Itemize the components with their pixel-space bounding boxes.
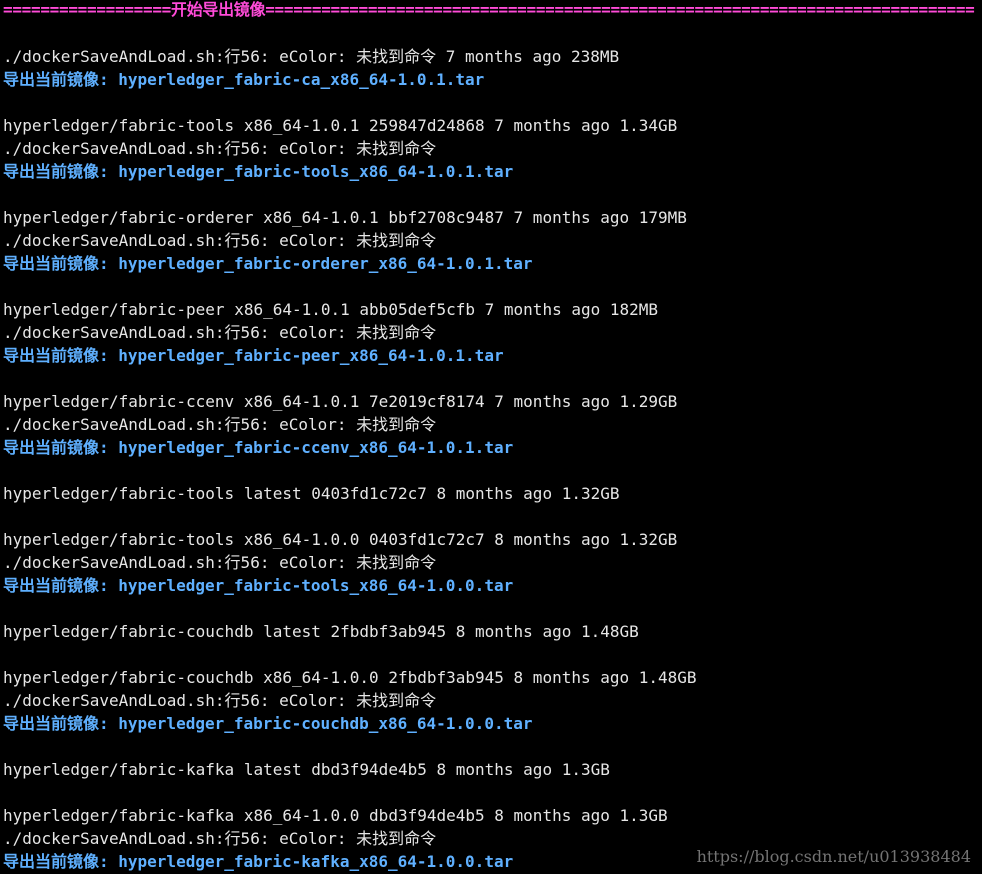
error-line: ./dockerSaveAndLoad.sh:行56: eColor: 未找到命…	[3, 231, 437, 250]
error-line: ./dockerSaveAndLoad.sh:行56: eColor: 未找到命…	[3, 47, 620, 66]
export-status-line: 导出当前镜像: hyperledger_fabric-ca_x86_64-1.0…	[3, 70, 485, 89]
error-line: ./dockerSaveAndLoad.sh:行56: eColor: 未找到命…	[3, 691, 437, 710]
export-status-line: 导出当前镜像: hyperledger_fabric-ccenv_x86_64-…	[3, 438, 514, 457]
image-info-line: hyperledger/fabric-ccenv x86_64-1.0.1 7e…	[3, 392, 678, 411]
image-info-line: hyperledger/fabric-couchdb x86_64-1.0.0 …	[3, 668, 697, 687]
export-status-line: 导出当前镜像: hyperledger_fabric-tools_x86_64-…	[3, 162, 514, 181]
export-status-line: 导出当前镜像: hyperledger_fabric-tools_x86_64-…	[3, 576, 514, 595]
image-info-line: hyperledger/fabric-kafka x86_64-1.0.0 db…	[3, 806, 668, 825]
export-banner: ==================开始导出镜像================…	[3, 0, 975, 19]
image-info-line: hyperledger/fabric-couchdb latest 2fbdbf…	[3, 622, 639, 641]
error-line: ./dockerSaveAndLoad.sh:行56: eColor: 未找到命…	[3, 323, 437, 342]
export-status-line: 导出当前镜像: hyperledger_fabric-couchdb_x86_6…	[3, 714, 533, 733]
error-line: ./dockerSaveAndLoad.sh:行56: eColor: 未找到命…	[3, 553, 437, 572]
error-line: ./dockerSaveAndLoad.sh:行56: eColor: 未找到命…	[3, 139, 437, 158]
export-status-line: 导出当前镜像: hyperledger_fabric-peer_x86_64-1…	[3, 346, 504, 365]
image-info-line: hyperledger/fabric-tools latest 0403fd1c…	[3, 484, 620, 503]
terminal-lines: ./dockerSaveAndLoad.sh:行56: eColor: 未找到命…	[3, 22, 982, 873]
image-info-line: hyperledger/fabric-tools x86_64-1.0.1 25…	[3, 116, 678, 135]
terminal-output[interactable]: ==================开始导出镜像================…	[3, 0, 982, 874]
watermark: https://blog.csdn.net/u013938484	[696, 847, 971, 866]
image-info-line: hyperledger/fabric-tools x86_64-1.0.0 04…	[3, 530, 678, 549]
image-info-line: hyperledger/fabric-peer x86_64-1.0.1 abb…	[3, 300, 659, 319]
error-line: ./dockerSaveAndLoad.sh:行56: eColor: 未找到命…	[3, 415, 437, 434]
image-info-line: hyperledger/fabric-kafka latest dbd3f94d…	[3, 760, 610, 779]
export-status-line: 导出当前镜像: hyperledger_fabric-orderer_x86_6…	[3, 254, 533, 273]
image-info-line: hyperledger/fabric-orderer x86_64-1.0.1 …	[3, 208, 687, 227]
